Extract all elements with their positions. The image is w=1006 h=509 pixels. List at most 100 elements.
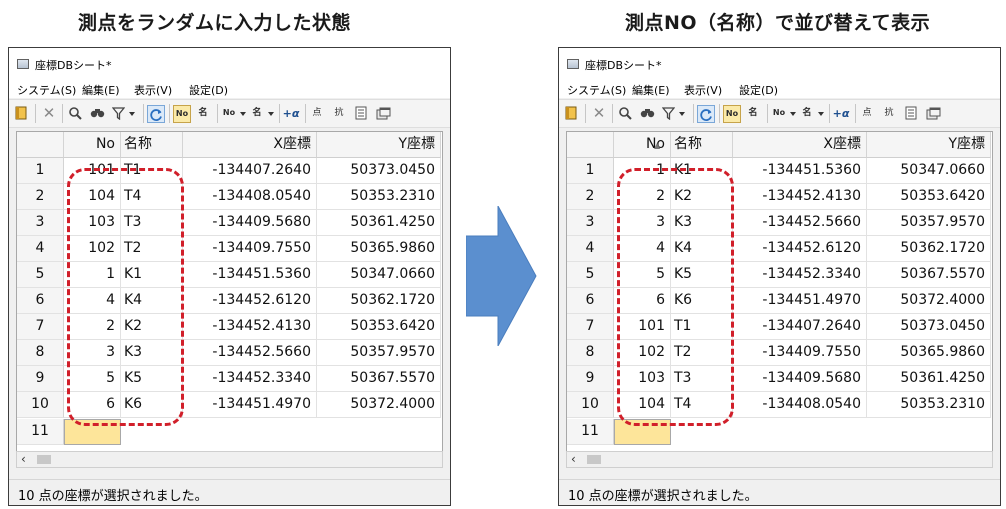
cell-y[interactable]: 50353.6420 [317, 314, 441, 340]
cell-x[interactable]: -134451.5360 [183, 262, 317, 288]
menu-edit[interactable]: 編集(E) [632, 82, 670, 98]
add-alpha-icon[interactable]: +α [833, 105, 850, 121]
cell-x[interactable]: -134409.7550 [733, 340, 867, 366]
cell-name[interactable]: K3 [671, 210, 733, 236]
add-alpha-icon[interactable]: +α [283, 105, 300, 121]
search-icon[interactable] [617, 105, 633, 121]
cell-name[interactable]: K6 [671, 288, 733, 314]
cell-no[interactable]: 4 [614, 236, 671, 262]
cell-y[interactable]: 50361.4250 [867, 366, 991, 392]
point-alt-icon[interactable]: 抗 [881, 105, 897, 121]
column-header-no[interactable]: No [64, 132, 121, 158]
cell-y[interactable]: 50353.6420 [867, 184, 991, 210]
cell-name[interactable]: T4 [121, 184, 183, 210]
cell-x[interactable]: -134407.2640 [183, 158, 317, 184]
search-icon[interactable] [67, 105, 83, 121]
row-header[interactable]: 9 [567, 366, 614, 392]
row-header[interactable]: 7 [17, 314, 64, 340]
cell-name[interactable]: K2 [121, 314, 183, 340]
cell-no[interactable]: 5 [614, 262, 671, 288]
point-icon[interactable]: 点 [309, 105, 325, 121]
delete-icon[interactable]: ✕ [41, 105, 57, 121]
cell-x[interactable]: -134452.4130 [183, 314, 317, 340]
cell-x[interactable]: -134409.5680 [733, 366, 867, 392]
cell-no[interactable]: 2 [64, 314, 121, 340]
window-icon[interactable] [375, 105, 391, 121]
cell-no[interactable]: 102 [614, 340, 671, 366]
cell-no[interactable]: 2 [614, 184, 671, 210]
cell-no[interactable]: 104 [64, 184, 121, 210]
cell-no[interactable]: 3 [614, 210, 671, 236]
filter-icon[interactable] [110, 105, 135, 121]
row-header[interactable]: 4 [567, 236, 614, 262]
cell-no[interactable]: 104 [614, 392, 671, 418]
row-header[interactable]: 6 [17, 288, 64, 314]
cell-name[interactable]: T2 [671, 340, 733, 366]
menu-settings[interactable]: 設定(D) [189, 82, 228, 98]
menu-system[interactable]: システム(S) [567, 82, 626, 98]
cell-no[interactable]: 1 [614, 158, 671, 184]
cell-y[interactable]: 50372.4000 [317, 392, 441, 418]
binoculars-icon[interactable] [639, 105, 655, 121]
column-header-x[interactable]: X座標 [733, 132, 867, 158]
column-header-y[interactable]: Y座標 [867, 132, 991, 158]
cell-x[interactable]: -134407.2640 [733, 314, 867, 340]
cell-y[interactable]: 50365.9860 [317, 236, 441, 262]
cell-x[interactable]: -134408.0540 [183, 184, 317, 210]
cell-y[interactable]: 50372.4000 [867, 288, 991, 314]
menu-view[interactable]: 表示(V) [684, 82, 722, 98]
cell-no[interactable]: 3 [64, 340, 121, 366]
cell-y[interactable]: 50365.9860 [867, 340, 991, 366]
column-header-y[interactable]: Y座標 [317, 132, 441, 158]
row-header[interactable]: 9 [17, 366, 64, 392]
cell-no[interactable]: 4 [64, 288, 121, 314]
document-icon[interactable] [353, 105, 369, 121]
menu-edit[interactable]: 編集(E) [82, 82, 120, 98]
no-ascending-icon[interactable]: No [221, 105, 246, 121]
row-header[interactable]: 4 [17, 236, 64, 262]
row-header[interactable]: 2 [567, 184, 614, 210]
filter-icon[interactable] [660, 105, 685, 121]
cell-y[interactable]: 50367.5570 [867, 262, 991, 288]
cell-x[interactable]: -134451.5360 [733, 158, 867, 184]
cell-y[interactable]: 50362.1720 [867, 236, 991, 262]
name-ascending-icon[interactable]: 名 [799, 105, 824, 121]
cell-y[interactable]: 50361.4250 [317, 210, 441, 236]
delete-icon[interactable]: ✕ [591, 105, 607, 121]
cell-y[interactable]: 50373.0450 [317, 158, 441, 184]
scroll-left-icon[interactable]: ‹ [571, 452, 576, 467]
cell-name[interactable]: K2 [671, 184, 733, 210]
cell-x[interactable]: -134409.5680 [183, 210, 317, 236]
bookmark-icon[interactable] [563, 105, 579, 121]
cell-no[interactable]: 103 [64, 210, 121, 236]
window-icon[interactable] [925, 105, 941, 121]
row-header[interactable]: 10 [567, 392, 614, 418]
horizontal-scrollbar[interactable]: ‹ [16, 451, 443, 468]
cell-y[interactable]: 50357.9570 [867, 210, 991, 236]
point-alt-icon[interactable]: 抗 [331, 105, 347, 121]
row-header[interactable]: 5 [567, 262, 614, 288]
cell-name[interactable]: K5 [671, 262, 733, 288]
row-header[interactable]: 8 [567, 340, 614, 366]
no-sort-icon[interactable]: No [173, 105, 191, 123]
column-header-name[interactable]: 名称 [671, 132, 733, 158]
column-header-no[interactable]: No ▲ [614, 132, 671, 158]
cell-no[interactable]: 101 [64, 158, 121, 184]
bookmark-icon[interactable] [13, 105, 29, 121]
cell-x[interactable]: -134451.4970 [733, 288, 867, 314]
cell-no[interactable]: 1 [64, 262, 121, 288]
cell-no[interactable]: 103 [614, 366, 671, 392]
name-ascending-icon[interactable]: 名 [249, 105, 274, 121]
cell-x[interactable]: -134452.3340 [183, 366, 317, 392]
cell-name[interactable]: T4 [671, 392, 733, 418]
scroll-thumb[interactable] [587, 455, 601, 464]
cell-x[interactable]: -134409.7550 [183, 236, 317, 262]
new-row-no-cell[interactable] [614, 419, 671, 445]
cell-no[interactable]: 6 [64, 392, 121, 418]
cell-name[interactable]: K6 [121, 392, 183, 418]
cell-x[interactable]: -134452.4130 [733, 184, 867, 210]
point-icon[interactable]: 点 [859, 105, 875, 121]
cell-name[interactable]: K5 [121, 366, 183, 392]
name-sort-icon[interactable]: 名 [745, 105, 761, 121]
cell-no[interactable]: 101 [614, 314, 671, 340]
